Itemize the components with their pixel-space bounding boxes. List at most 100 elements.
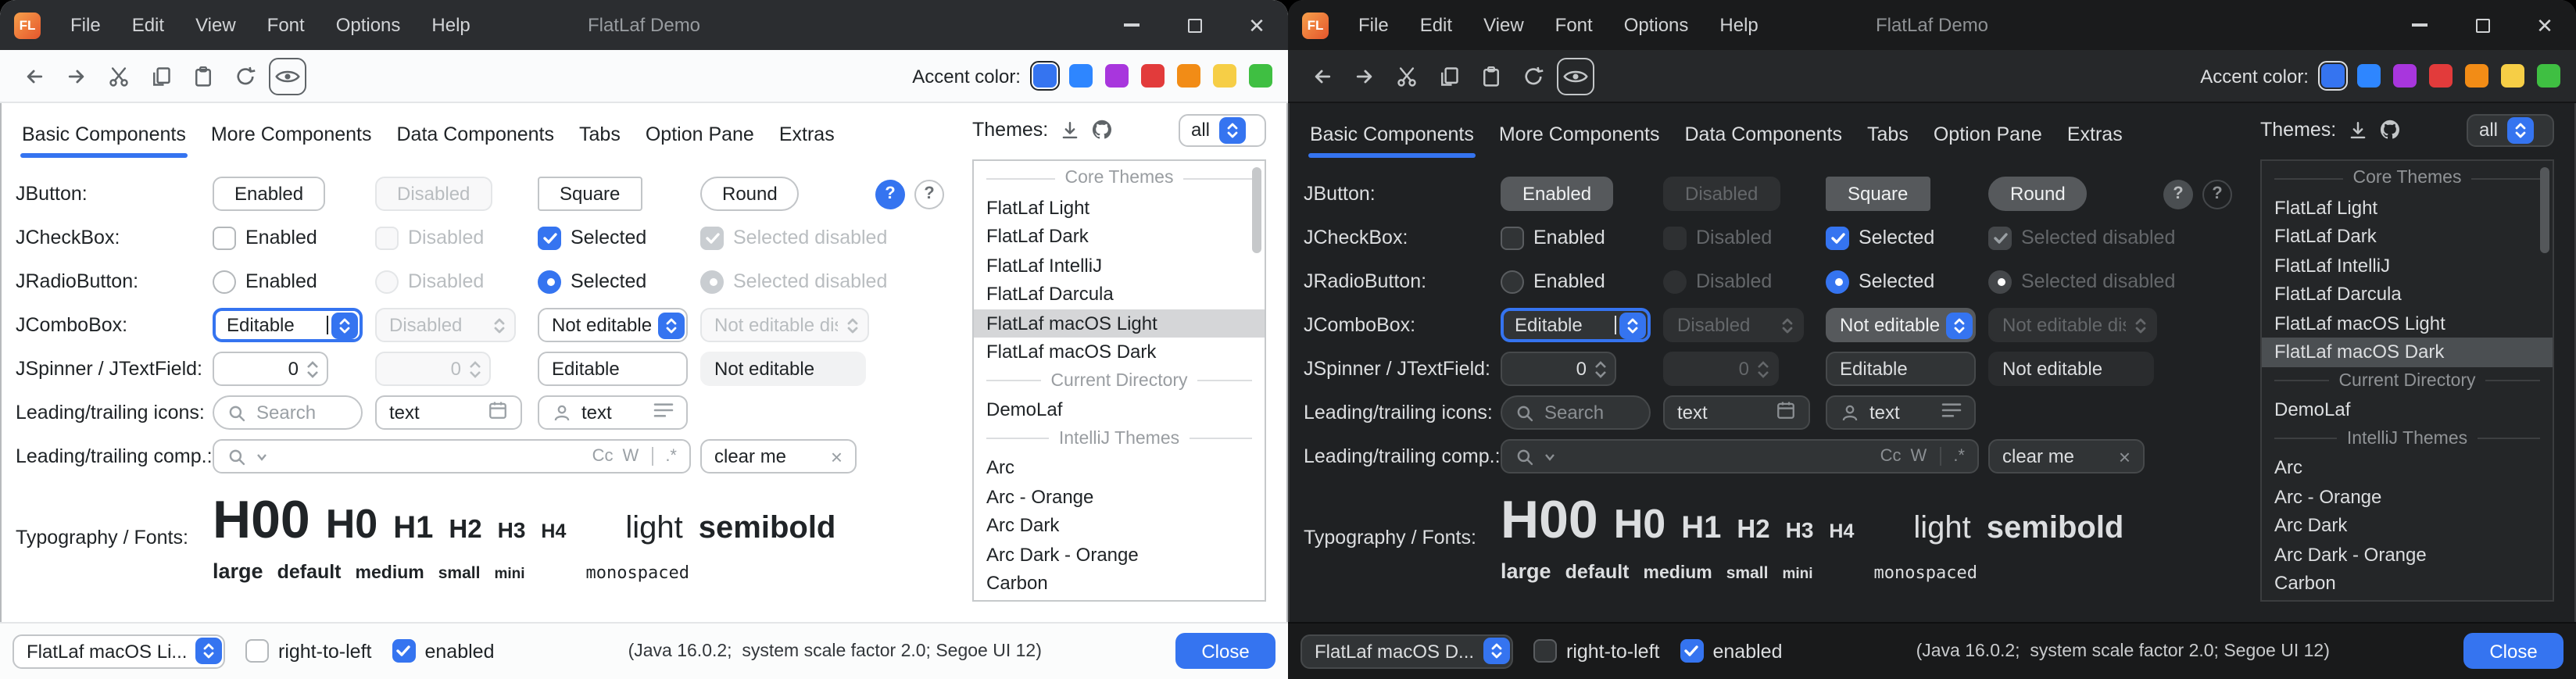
show-hover-toggle-button[interactable] [269,57,306,95]
theme-item[interactable]: FlatLaf Light [974,193,1265,222]
clear-icon[interactable]: × [2119,446,2131,466]
help-button-filled[interactable]: ? [875,179,905,209]
theme-item[interactable]: Arc [2262,453,2553,482]
theme-item[interactable]: Cobalt 2 [2262,598,2553,602]
theme-item-selected[interactable]: FlatLaf macOS Light [974,309,1265,338]
filter-search-field[interactable]: Cc W .* [213,439,691,474]
rtl-checkbox[interactable]: right-to-left [245,639,372,663]
paste-button[interactable] [184,57,222,95]
download-themes-button[interactable] [1059,120,1079,140]
github-button[interactable] [1090,119,1112,141]
regex-toggle[interactable]: .* [665,447,677,466]
theme-item-selected[interactable]: FlatLaf macOS Dark [2262,338,2553,366]
laf-combobox[interactable]: FlatLaf macOS Li... [13,634,225,668]
regex-toggle[interactable]: .* [1953,447,1965,466]
chevron-down-icon[interactable] [256,452,267,460]
accent-swatch-orange[interactable] [2465,64,2488,88]
theme-item[interactable]: FlatLaf Darcula [974,280,1265,309]
editable-combobox[interactable]: Editable [1501,308,1651,342]
themes-scrollbar[interactable] [2540,167,2549,253]
calendar-icon[interactable] [1776,400,1796,425]
theme-item[interactable]: FlatLaf Dark [974,222,1265,251]
accent-swatch-selected[interactable] [1033,64,1057,88]
menu-item-font[interactable]: Font [252,0,320,50]
theme-item[interactable]: Arc - Orange [2262,482,2553,511]
accent-swatch-red[interactable] [1141,64,1165,88]
accent-swatch-selected[interactable] [2321,64,2345,88]
paste-button[interactable] [1472,57,1510,95]
close-window-button[interactable]: ✕ [2513,0,2576,50]
accent-swatch-purple[interactable] [2393,64,2417,88]
accent-swatch-blue[interactable] [1069,64,1093,88]
square-button[interactable]: Square [538,177,642,211]
accent-swatch-yellow[interactable] [1213,64,1236,88]
tab-more-components[interactable]: More Components [199,105,385,164]
theme-item[interactable]: Arc Dark - Orange [2262,540,2553,569]
menu-item-edit[interactable]: Edit [116,0,180,50]
menu-item-help[interactable]: Help [416,0,485,50]
menu-item-file[interactable]: File [55,0,116,50]
theme-item[interactable]: DemoLaf [2262,395,2553,424]
radio-enabled[interactable]: Enabled [213,270,375,293]
cut-button[interactable] [100,57,138,95]
theme-item[interactable]: Arc [974,453,1265,482]
clearable-field[interactable]: clear me× [700,439,857,474]
tab-tabs[interactable]: Tabs [567,105,633,164]
search-field[interactable]: Search [213,395,363,430]
tab-extras[interactable]: Extras [2055,105,2135,164]
theme-item[interactable]: DemoLaf [974,395,1265,424]
round-button[interactable]: Round [1988,177,2088,211]
back-button[interactable] [1304,57,1341,95]
minimize-button[interactable] [1100,0,1163,50]
spinner-enabled[interactable]: 0 [1501,352,1616,386]
laf-combobox[interactable]: FlatLaf macOS D... [1301,634,1513,668]
filter-search-field[interactable]: Cc W .* [1501,439,1979,474]
not-editable-combobox[interactable]: Not editable [538,308,688,342]
tab-data-components[interactable]: Data Components [1673,105,1855,164]
menu-item-file[interactable]: File [1343,0,1404,50]
match-case-toggle[interactable]: Cc [592,447,614,466]
date-field[interactable]: text [1663,395,1810,430]
theme-item[interactable]: Arc Dark [974,511,1265,540]
theme-item[interactable]: Carbon [2262,569,2553,598]
theme-item[interactable]: FlatLaf IntelliJ [974,251,1265,280]
show-hover-toggle-button[interactable] [1557,57,1594,95]
date-field[interactable]: text [375,395,522,430]
whole-words-toggle[interactable]: W [623,447,639,466]
github-button[interactable] [2378,119,2400,141]
round-button[interactable]: Round [700,177,800,211]
editable-textfield[interactable]: Editable [1826,352,1976,386]
search-field[interactable]: Search [1501,395,1651,430]
menu-item-options[interactable]: Options [1608,0,1705,50]
enabled-button[interactable]: Enabled [213,177,325,211]
user-field[interactable]: text [1826,395,1976,430]
accent-swatch-red[interactable] [2429,64,2453,88]
enabled-checkbox[interactable]: enabled [1680,639,1783,663]
back-button[interactable] [16,57,53,95]
rtl-checkbox[interactable]: right-to-left [1533,639,1660,663]
square-button[interactable]: Square [1826,177,1930,211]
clearable-field[interactable]: clear me× [1988,439,2145,474]
menu-item-view[interactable]: View [180,0,252,50]
menu-item-help[interactable]: Help [1704,0,1773,50]
menu-icon[interactable] [1941,402,1962,423]
tab-basic-components[interactable]: Basic Components [1297,105,1487,164]
whole-words-toggle[interactable]: W [1911,447,1927,466]
close-window-button[interactable]: ✕ [1225,0,1288,50]
radio-enabled[interactable]: Enabled [1501,270,1663,293]
theme-item[interactable]: Arc Dark [2262,511,2553,540]
maximize-button[interactable] [1163,0,1225,50]
tab-tabs[interactable]: Tabs [1855,105,1921,164]
themes-filter-combo[interactable]: all [2467,113,2554,146]
editable-combobox[interactable]: Editable [213,308,363,342]
theme-item[interactable]: FlatLaf IntelliJ [2262,251,2553,280]
radio-selected[interactable]: Selected [1826,270,1988,293]
spinner-arrows-icon[interactable] [1594,360,1607,377]
menu-icon[interactable] [653,402,674,423]
minimize-button[interactable] [2388,0,2451,50]
theme-item[interactable]: Arc Dark - Orange [974,540,1265,569]
themes-scrollbar[interactable] [1252,167,1261,253]
themes-filter-combo[interactable]: all [1179,113,1266,146]
menu-item-view[interactable]: View [1468,0,1540,50]
copy-button[interactable] [142,57,180,95]
